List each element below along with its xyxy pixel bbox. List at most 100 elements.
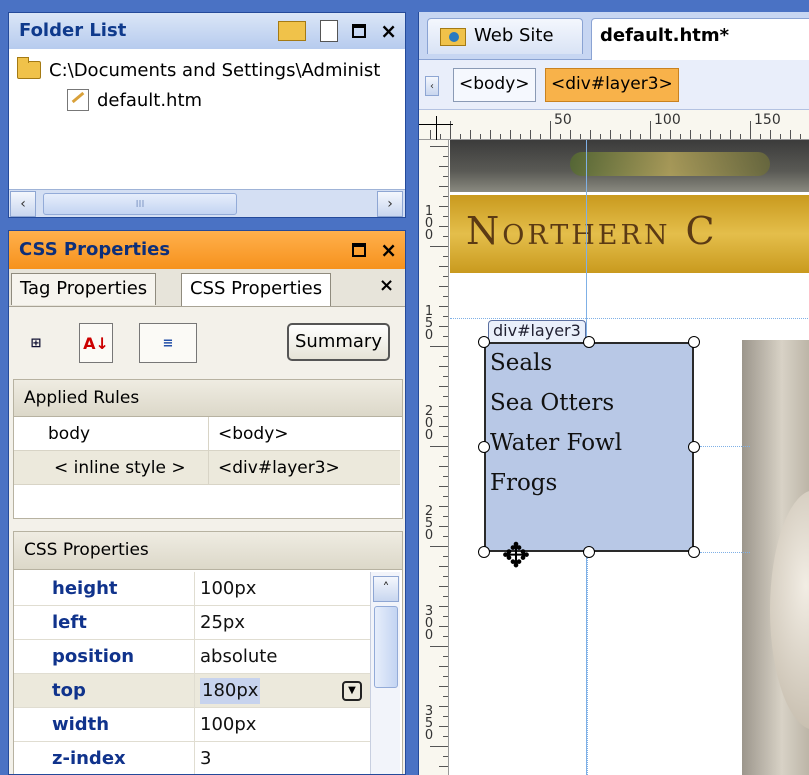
ruler-label: 350 <box>424 704 434 743</box>
folder-tree-file[interactable]: default.htm <box>17 85 405 115</box>
rule-row-inline[interactable]: < inline style > <div#layer3> <box>14 451 400 485</box>
ruler-tick <box>480 134 481 139</box>
show-categorized-icon[interactable]: ⊞ <box>19 323 53 363</box>
tag-div-layer3[interactable]: <div#layer3> <box>545 68 679 102</box>
prop-row-position[interactable]: position absolute <box>14 640 400 674</box>
close-tab-icon[interactable]: × <box>379 277 394 295</box>
prop-vscrollbar[interactable]: ˄ <box>370 572 400 774</box>
site-banner: Northern C <box>450 195 809 273</box>
ruler-tick <box>439 506 448 507</box>
handle-guide-right <box>700 446 750 447</box>
summary-button[interactable]: Summary <box>287 323 390 361</box>
ruler-tick <box>443 736 448 737</box>
resize-handle-n[interactable] <box>583 336 595 348</box>
ruler-tick <box>443 576 448 577</box>
layer-item-sea-otters: Sea Otters <box>490 390 615 416</box>
ruler-tick <box>439 426 448 427</box>
rule-row-body[interactable]: body <body> <box>14 417 400 451</box>
ruler-tick <box>439 586 448 587</box>
ruler-tick <box>443 296 448 297</box>
tag-body[interactable]: <body> <box>453 68 536 102</box>
ruler-tick <box>660 134 661 139</box>
maximize-icon[interactable] <box>352 243 367 257</box>
ruler-tick <box>430 146 448 147</box>
ruler-tick <box>530 130 531 139</box>
tab-tag-properties[interactable]: Tag Properties <box>11 273 157 305</box>
css-properties-section: CSS Properties height 100px left 25px po… <box>13 531 403 774</box>
ruler-label: 150 <box>424 304 434 343</box>
dropdown-arrow-icon[interactable]: ▼ <box>342 681 362 701</box>
prop-value: absolute <box>200 646 278 667</box>
ruler-tick <box>443 316 448 317</box>
scroll-thumb[interactable] <box>374 606 398 688</box>
css-properties-header: CSS Properties <box>14 532 402 570</box>
ruler-tick <box>443 436 448 437</box>
close-icon[interactable]: × <box>380 21 397 41</box>
prop-row-top[interactable]: top 180px ▼ <box>14 674 400 708</box>
resize-handle-se[interactable] <box>688 546 700 558</box>
layer-item-water-fowl: Water Fowl <box>490 430 623 456</box>
prop-row-z-index[interactable]: z-index 3 <box>14 742 400 774</box>
scroll-thumb[interactable]: III <box>43 193 237 215</box>
new-folder-icon[interactable] <box>278 21 307 41</box>
ruler-tick <box>430 446 448 447</box>
ruler-tick <box>720 134 721 139</box>
tab-default-htm[interactable]: default.htm* <box>591 18 809 61</box>
ruler-tick <box>550 121 551 139</box>
folder-tree-root[interactable]: C:\Documents and Settings\Administ <box>17 55 405 85</box>
tag-scroll-left-button[interactable]: ‹ <box>425 76 439 96</box>
ruler-tick <box>439 686 448 687</box>
ruler-tick <box>443 496 448 497</box>
close-icon[interactable]: × <box>380 240 397 260</box>
ruler-tick <box>443 536 448 537</box>
ruler-tick <box>439 526 448 527</box>
maximize-icon[interactable] <box>352 24 367 38</box>
ruler-tick <box>740 134 741 139</box>
resize-handle-e[interactable] <box>688 441 700 453</box>
show-set-properties-icon[interactable]: ≡ <box>139 323 197 363</box>
resize-handle-ne[interactable] <box>688 336 700 348</box>
tab-label: Web Site <box>474 25 554 46</box>
scroll-up-button[interactable]: ˄ <box>373 576 399 602</box>
resize-handle-w[interactable] <box>478 441 490 453</box>
css-panel-title-bar[interactable]: CSS Properties × <box>9 231 405 269</box>
ruler-tick <box>443 236 448 237</box>
scroll-left-button[interactable]: ‹ <box>10 191 36 217</box>
prop-value-input[interactable]: 180px <box>200 678 261 704</box>
ruler-tick <box>443 676 448 677</box>
folder-icon <box>17 57 41 79</box>
prop-row-height[interactable]: height 100px <box>14 572 400 606</box>
ruler-tick <box>630 130 631 139</box>
ruler-tick <box>770 130 771 139</box>
prop-value: 3 <box>200 748 212 769</box>
ruler-tick <box>443 696 448 697</box>
ruler-tick <box>620 134 621 139</box>
ruler-label: 150 <box>754 112 781 128</box>
rule-tag: <div#layer3> <box>218 458 340 478</box>
folder-list-title-bar[interactable]: Folder List × <box>9 13 405 49</box>
sort-az-icon[interactable]: A↓ <box>79 323 113 363</box>
ruler-tick <box>443 396 448 397</box>
ruler-tick <box>800 134 801 139</box>
layer-label-tab[interactable]: div#layer3 <box>488 320 586 342</box>
folder-hscrollbar[interactable]: ‹ III › <box>9 189 405 217</box>
resize-handle-s[interactable] <box>583 546 595 558</box>
prop-row-left[interactable]: left 25px <box>14 606 400 640</box>
prop-row-width[interactable]: width 100px <box>14 708 400 742</box>
tab-css-properties[interactable]: CSS Properties <box>181 273 332 306</box>
ruler-origin-marker-v <box>436 116 437 140</box>
resize-handle-nw[interactable] <box>478 336 490 348</box>
seal-photo <box>742 340 809 775</box>
ruler-tick <box>443 636 448 637</box>
new-page-icon[interactable] <box>320 20 339 42</box>
tab-web-site[interactable]: Web Site <box>427 18 583 54</box>
ruler-tick <box>439 226 448 227</box>
ruler-tick <box>443 356 448 357</box>
resize-handle-sw[interactable] <box>478 546 490 558</box>
document-window: Web Site default.htm* ‹ <body> <div#laye… <box>418 12 809 775</box>
ruler-tick <box>439 606 448 607</box>
div-layer3[interactable]: Seals Sea Otters Water Fowl Frogs <box>484 342 694 552</box>
scroll-right-button[interactable]: › <box>377 191 403 217</box>
ruler-tick <box>443 156 448 157</box>
ruler-tick <box>443 196 448 197</box>
